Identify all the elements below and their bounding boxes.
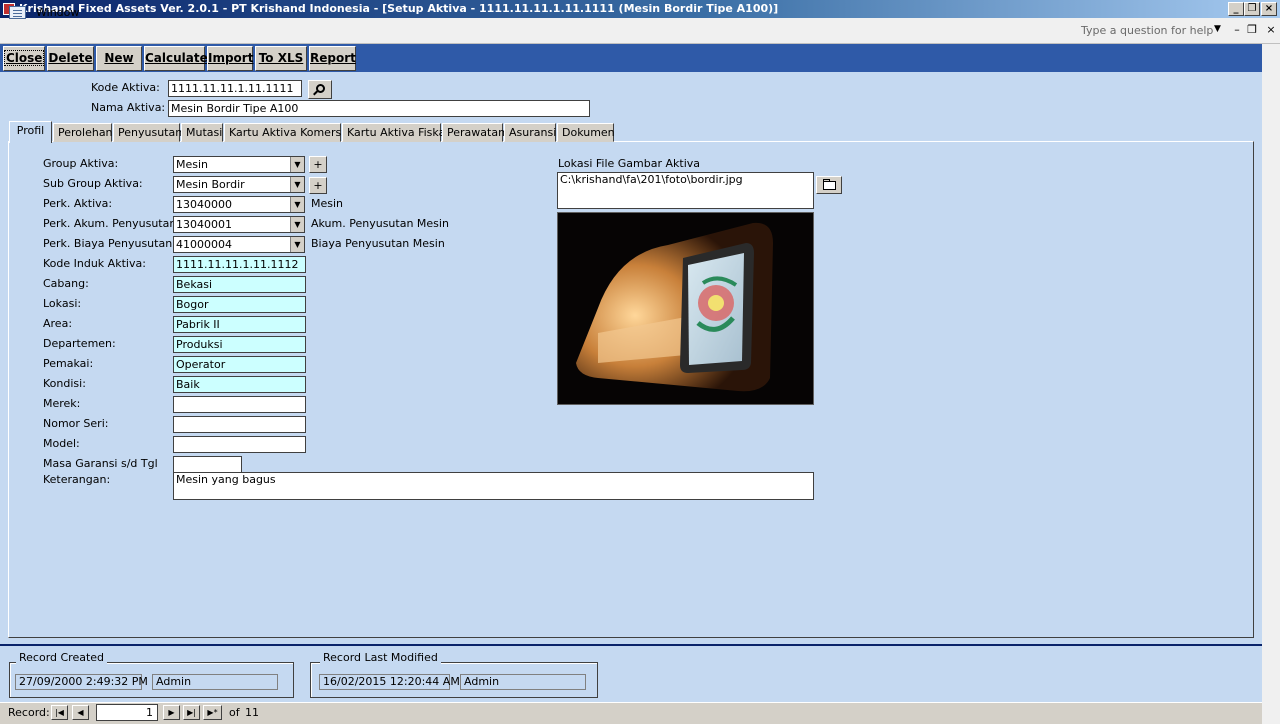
sewing-machine-image xyxy=(558,213,813,404)
chevron-down-icon[interactable]: ▼ xyxy=(290,177,304,192)
keterangan-label: Keterangan: xyxy=(43,473,111,486)
menu-window[interactable]: Window xyxy=(36,6,79,19)
perk-akum-select[interactable]: 13040001 ▼ xyxy=(173,216,305,233)
tab-penyusutan[interactable]: Penyusutan xyxy=(113,123,182,142)
add-group-button[interactable]: + xyxy=(309,156,327,173)
folder-open-icon xyxy=(823,179,836,190)
last-record-icon[interactable]: ▶| xyxy=(183,705,200,720)
minimize-icon[interactable]: _ xyxy=(1228,2,1244,16)
cabang-input[interactable]: Bekasi xyxy=(173,276,306,293)
new-record-icon[interactable]: ▶* xyxy=(203,705,222,720)
next-record-icon[interactable]: ▶ xyxy=(163,705,180,720)
tab-asuransi[interactable]: Asuransi xyxy=(504,123,556,142)
perk-biaya-desc: Biaya Penyusutan Mesin xyxy=(311,237,445,250)
nomor-seri-label: Nomor Seri: xyxy=(43,417,109,430)
form-menu-icon[interactable] xyxy=(9,6,26,19)
masa-garansi-label: Masa Garansi s/d Tgl xyxy=(43,457,158,470)
kode-induk-label: Kode Induk Aktiva: xyxy=(43,257,146,270)
record-modified-title: Record Last Modified xyxy=(320,651,441,664)
cabang-label: Cabang: xyxy=(43,277,89,290)
record-created-title: Record Created xyxy=(16,651,108,664)
total-records: 11 xyxy=(245,706,259,719)
kode-aktiva-input[interactable]: 1111.11.11.1.11.1111 xyxy=(168,80,302,97)
perk-biaya-label: Perk. Biaya Penyusutan: xyxy=(43,237,176,250)
search-button[interactable] xyxy=(308,80,332,99)
pemakai-input[interactable]: Operator xyxy=(173,356,306,373)
lokasi-input[interactable]: Bogor xyxy=(173,296,306,313)
current-record-input[interactable]: 1 xyxy=(96,704,158,721)
mdi-minimize-icon[interactable]: – xyxy=(1230,22,1244,38)
kondisi-label: Kondisi: xyxy=(43,377,86,390)
area-label: Area: xyxy=(43,317,73,330)
created-date-field: 27/09/2000 2:49:32 PM xyxy=(15,674,148,690)
kode-aktiva-label: Kode Aktiva: xyxy=(91,81,160,94)
model-label: Model: xyxy=(43,437,80,450)
tab-perolehan[interactable]: Perolehan xyxy=(53,123,113,142)
window-title: Krishand Fixed Assets Ver. 2.0.1 - PT Kr… xyxy=(19,2,779,15)
lokasi-gambar-input[interactable]: C:\krishand\fa\201\foto\bordir.jpg xyxy=(557,172,814,209)
merek-label: Merek: xyxy=(43,397,81,410)
pemakai-label: Pemakai: xyxy=(43,357,94,370)
kode-induk-input[interactable]: 1111.11.11.1.11.1112 xyxy=(173,256,306,273)
perk-akum-desc: Akum. Penyusutan Mesin xyxy=(311,217,449,230)
nomor-seri-input[interactable] xyxy=(173,416,306,433)
nama-aktiva-input[interactable]: Mesin Bordir Tipe A100 xyxy=(168,100,590,117)
departemen-input[interactable]: Produksi xyxy=(173,336,306,353)
perk-biaya-select[interactable]: 41000004 ▼ xyxy=(173,236,305,253)
report-button[interactable]: Report xyxy=(309,46,356,71)
close-button[interactable]: Close xyxy=(3,46,45,71)
model-input[interactable] xyxy=(173,436,306,453)
nama-aktiva-label: Nama Aktiva: xyxy=(91,101,166,114)
chevron-down-icon[interactable]: ▼ xyxy=(290,217,304,232)
delete-button[interactable]: Delete xyxy=(47,46,94,71)
mdi-close-icon[interactable]: × xyxy=(1264,22,1278,38)
keterangan-textarea[interactable]: Mesin yang bagus xyxy=(173,472,814,500)
mdi-restore-icon[interactable]: ❐ xyxy=(1245,22,1259,38)
lokasi-label: Lokasi: xyxy=(43,297,82,310)
tab-kartu-aktiva-komersial[interactable]: Kartu Aktiva Komersial xyxy=(224,123,354,142)
merek-input[interactable] xyxy=(173,396,306,413)
tab-kartu-aktiva-fiskal[interactable]: Kartu Aktiva Fiskal xyxy=(342,123,448,142)
new-button[interactable]: New xyxy=(96,46,142,71)
to-xls-button[interactable]: To XLS xyxy=(255,46,307,71)
perk-aktiva-label: Perk. Aktiva: xyxy=(43,197,113,210)
sub-group-aktiva-label: Sub Group Aktiva: xyxy=(43,177,143,190)
tab-mutasi[interactable]: Mutasi xyxy=(181,123,223,142)
perk-aktiva-select[interactable]: 13040000 ▼ xyxy=(173,196,305,213)
of-label: of xyxy=(229,706,240,719)
title-bar: Krishand Fixed Assets Ver. 2.0.1 - PT Kr… xyxy=(0,0,1280,18)
first-record-icon[interactable]: |◀ xyxy=(51,705,68,720)
record-label: Record: xyxy=(8,706,50,719)
help-dropdown-icon[interactable]: ▼ xyxy=(1214,24,1221,34)
perk-akum-label: Perk. Akum. Penyusutan: xyxy=(43,217,181,230)
kondisi-input[interactable]: Baik xyxy=(173,376,306,393)
tab-profil[interactable]: Profil xyxy=(9,121,52,143)
group-aktiva-select[interactable]: Mesin ▼ xyxy=(173,156,305,173)
perk-aktiva-desc: Mesin xyxy=(311,197,344,210)
previous-record-icon[interactable]: ◀ xyxy=(72,705,89,720)
sub-group-aktiva-select[interactable]: Mesin Bordir ▼ xyxy=(173,176,305,193)
window-right-edge xyxy=(1262,44,1280,724)
help-search-input[interactable]: Type a question for help xyxy=(1078,22,1228,39)
tab-dokumen[interactable]: Dokumen xyxy=(557,123,615,142)
masa-garansi-input[interactable] xyxy=(173,456,242,473)
tab-perawatan[interactable]: Perawatan xyxy=(442,123,505,142)
restore-icon[interactable]: ❐ xyxy=(1244,2,1260,16)
area-input[interactable]: Pabrik II xyxy=(173,316,306,333)
lokasi-gambar-label: Lokasi File Gambar Aktiva xyxy=(558,157,701,170)
departemen-label: Departemen: xyxy=(43,337,116,350)
import-button[interactable]: Import xyxy=(207,46,253,71)
add-sub-group-button[interactable]: + xyxy=(309,177,327,194)
created-user-field: Admin xyxy=(152,674,278,690)
browse-file-button[interactable] xyxy=(816,176,842,194)
chevron-down-icon[interactable]: ▼ xyxy=(290,237,304,252)
calculate-button[interactable]: Calculate xyxy=(144,46,208,71)
chevron-down-icon[interactable]: ▼ xyxy=(290,197,304,212)
chevron-down-icon[interactable]: ▼ xyxy=(290,157,304,172)
asset-photo xyxy=(557,212,814,405)
close-icon[interactable]: × xyxy=(1261,2,1277,16)
modified-date-field: 16/02/2015 12:20:44 AM xyxy=(319,674,460,690)
modified-user-field: Admin xyxy=(460,674,586,690)
group-aktiva-label: Group Aktiva: xyxy=(43,157,119,170)
